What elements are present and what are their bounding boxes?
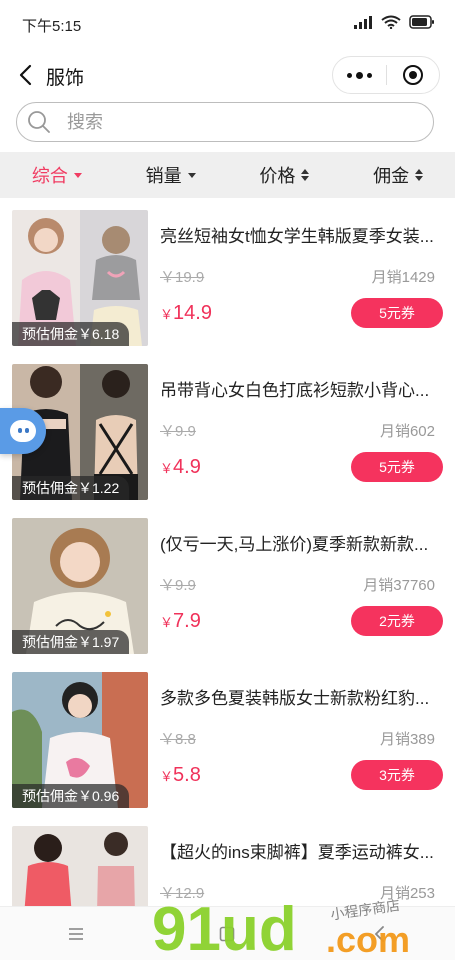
product-title[interactable]: 亮丝短袖女t恤女学生韩版夏季女装... xyxy=(160,222,442,247)
price-currency: ￥ xyxy=(160,307,174,322)
price-value: 14.9 xyxy=(173,302,212,324)
menu-button[interactable] xyxy=(56,914,96,954)
commission-badge: 预估佣金￥0.96 xyxy=(12,784,130,808)
status-icons xyxy=(353,15,435,29)
search-input[interactable] xyxy=(67,111,387,133)
page-title: 服饰 xyxy=(46,68,85,89)
product-image[interactable]: 预估佣金￥0.96 xyxy=(12,672,148,808)
product-item[interactable]: 预估佣金￥6.18 亮丝短袖女t恤女学生韩版夏季女装... ￥19.9 月销14… xyxy=(0,198,455,352)
current-price: ￥7.9 xyxy=(160,610,201,633)
product-title[interactable]: (仅亏一天,马上涨价)夏季新款新款... xyxy=(160,530,442,555)
price-value: 4.9 xyxy=(173,456,201,478)
monthly-sales: 月销37760 xyxy=(363,577,435,594)
product-title[interactable]: 吊带背心女白色打底衫短款小背心... xyxy=(160,376,442,401)
nav-header: 服饰 xyxy=(0,50,455,100)
price-value: 7.9 xyxy=(173,610,201,632)
monthly-sales: 月销253 xyxy=(379,885,435,902)
original-price: ￥19.9 xyxy=(160,269,205,286)
sort-tab-label: 佣金 xyxy=(373,166,410,186)
sort-tab-label: 价格 xyxy=(259,166,296,186)
commission-badge: 预估佣金￥6.18 xyxy=(12,322,130,346)
price-currency: ￥ xyxy=(160,615,174,630)
status-bar: 下午5:15 xyxy=(0,0,455,48)
system-nav-bar xyxy=(0,906,455,960)
close-miniprogram-button[interactable] xyxy=(387,57,439,93)
sort-tab-price[interactable]: 价格 xyxy=(228,152,342,198)
status-time: 下午5:15 xyxy=(22,18,82,35)
monthly-sales: 月销389 xyxy=(379,731,435,748)
current-price: ￥5.8 xyxy=(160,764,201,787)
more-dots-icon-right xyxy=(367,72,372,78)
miniprogram-capsule xyxy=(332,56,440,94)
coupon-button[interactable]: 2元券 xyxy=(351,606,443,636)
sort-tab-sales[interactable]: 销量 xyxy=(114,152,228,198)
commission-badge: 预估佣金￥1.22 xyxy=(12,476,130,500)
back-arrow-icon xyxy=(374,925,385,942)
system-back-button[interactable] xyxy=(359,914,399,954)
wifi-icon xyxy=(381,15,401,29)
price-currency: ￥ xyxy=(160,769,174,784)
product-item[interactable]: 预估佣金￥1.22 吊带背心女白色打底衫短款小背心... ￥9.9 月销602 … xyxy=(0,352,455,506)
sort-bar: 综合 销量 价格 佣金 xyxy=(0,152,455,198)
coupon-button[interactable]: 3元券 xyxy=(351,760,443,790)
original-price: ￥12.9 xyxy=(160,885,205,902)
product-image[interactable]: 预估佣金￥6.18 xyxy=(12,210,148,346)
more-button[interactable] xyxy=(333,57,386,93)
caret-down-icon xyxy=(187,172,196,178)
signal-icon xyxy=(354,16,372,29)
monthly-sales: 月销1429 xyxy=(371,269,435,286)
coupon-button[interactable]: 5元券 xyxy=(351,452,443,482)
current-price: ￥4.9 xyxy=(160,456,201,479)
search-icon xyxy=(27,110,51,134)
sort-updown-icon xyxy=(301,169,310,181)
current-price: ￥14.9 xyxy=(160,302,212,325)
price-currency: ￥ xyxy=(160,461,174,476)
product-item[interactable]: 预估佣金￥1.97 (仅亏一天,马上涨价)夏季新款新款... ￥9.9 月销37… xyxy=(0,506,455,660)
target-close-icon xyxy=(402,65,423,85)
product-image[interactable]: 预估佣金￥1.97 xyxy=(12,518,148,654)
coupon-button[interactable]: 5元券 xyxy=(351,298,443,328)
product-title[interactable]: 多款多色夏装韩版女士新款粉红豹... xyxy=(160,684,442,709)
search-bar[interactable] xyxy=(16,102,434,142)
home-button[interactable] xyxy=(207,914,247,954)
menu-icon xyxy=(68,927,83,940)
more-dots-icon-center xyxy=(356,71,363,79)
floating-assistant-button[interactable] xyxy=(0,408,46,454)
sort-tab-commission[interactable]: 佣金 xyxy=(341,152,455,198)
assistant-face-icon xyxy=(10,420,36,442)
home-square-icon xyxy=(220,926,235,941)
battery-icon xyxy=(409,15,434,29)
original-price: ￥9.9 xyxy=(160,577,196,594)
sort-updown-icon xyxy=(415,169,424,181)
chevron-left-icon xyxy=(19,64,32,86)
original-price: ￥9.9 xyxy=(160,423,196,440)
price-value: 5.8 xyxy=(173,764,201,786)
monthly-sales: 月销602 xyxy=(379,423,435,440)
sort-tab-label: 销量 xyxy=(145,166,182,186)
more-dots-icon xyxy=(347,72,352,78)
sort-tab-label: 综合 xyxy=(31,166,68,186)
original-price: ￥8.8 xyxy=(160,731,196,748)
back-button[interactable] xyxy=(12,60,38,90)
product-item[interactable]: 预估佣金￥0.96 多款多色夏装韩版女士新款粉红豹... ￥8.8 月销389 … xyxy=(0,660,455,814)
sort-tab-comprehensive[interactable]: 综合 xyxy=(0,152,114,198)
commission-badge: 预估佣金￥1.97 xyxy=(12,630,130,654)
product-title[interactable]: 【超火的ins束脚裤】夏季运动裤女... xyxy=(160,838,442,863)
caret-down-icon xyxy=(73,172,82,178)
